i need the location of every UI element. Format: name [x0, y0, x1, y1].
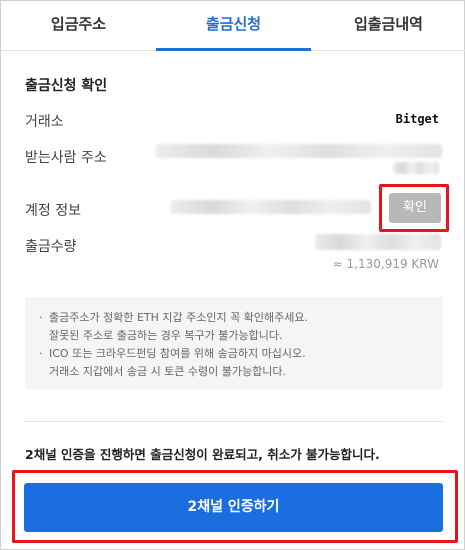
tab-bar: 입금주소 출금신청 입출금내역: [1, 1, 465, 51]
warning-text: 2채널 인증을 진행하면 출금신청이 완료되고, 취소가 불가능합니다.: [25, 447, 380, 462]
bullet: ·: [39, 311, 43, 324]
notice-text: ICO 또는 크라우드펀딩 참여를 위해 송금하지 마십시오.: [49, 347, 306, 360]
account-confirm-button[interactable]: 확인: [389, 193, 441, 223]
two-channel-auth-button[interactable]: 2채널 인증하기: [24, 483, 443, 532]
notice-item: · ICO 또는 크라우드펀딩 참여를 위해 송금하지 마십시오.: [39, 345, 429, 363]
recipient-address-label: 받는사람 주소: [25, 150, 107, 166]
recipient-address-redacted-line2: [393, 162, 439, 174]
tab-withdraw-request[interactable]: 출금신청: [156, 1, 311, 51]
notice-text: 거래소 지갑에서 송금 시 토큰 수령이 불가능합니다.: [49, 365, 286, 378]
account-info-redacted: [171, 200, 371, 214]
recipient-address-redacted: [156, 144, 442, 158]
notice-text: 잘못된 주소로 출금하는 경우 복구가 불가능합니다.: [49, 329, 283, 342]
notice-item: · 출금주소가 정확한 ETH 지갑 주소인지 꼭 확인해주세요.: [39, 309, 429, 327]
divider: [25, 421, 443, 422]
section-title: 출금신청 확인: [25, 78, 108, 94]
notice-box: · 출금주소가 정확한 ETH 지갑 주소인지 꼭 확인해주세요. 잘못된 주소…: [25, 297, 443, 389]
exchange-label: 거래소: [25, 114, 64, 130]
tab-transaction-history[interactable]: 입출금내역: [311, 1, 465, 50]
withdraw-amount-redacted: [315, 234, 441, 250]
krw-estimate: ≈ 1,130,919 KRW: [332, 257, 439, 271]
bullet: ·: [39, 347, 43, 360]
notice-text: 출금주소가 정확한 ETH 지갑 주소인지 꼭 확인해주세요.: [49, 311, 308, 324]
withdraw-amount-label: 출금수량: [25, 239, 77, 255]
exchange-value: Bitget: [395, 112, 439, 126]
withdraw-panel: 입금주소 출금신청 입출금내역 출금신청 확인 거래소 Bitget 받는사람 …: [0, 0, 465, 550]
tab-deposit-address[interactable]: 입금주소: [1, 1, 156, 50]
account-info-label: 계정 정보: [25, 203, 81, 219]
